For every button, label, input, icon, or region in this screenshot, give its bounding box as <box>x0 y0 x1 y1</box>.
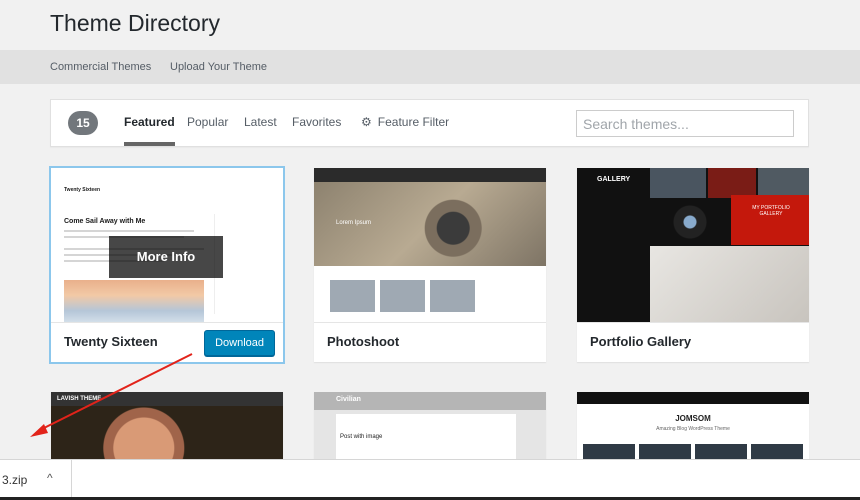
shot-logo: LAVISH THEME <box>57 396 102 402</box>
shot-site-title: Twenty Sixteen <box>64 187 101 193</box>
shot-title: JOMSOM <box>675 414 711 423</box>
theme-card-civilian[interactable]: Civilian Post with image <box>314 392 546 462</box>
shot-hero-text: Come Sail Away with Me <box>64 218 146 225</box>
upload-theme-link[interactable]: Upload Your Theme <box>170 61 267 73</box>
theme-card-twenty-sixteen[interactable]: Twenty Sixteen Come Sail Away with Me Mo… <box>49 166 285 364</box>
theme-card-jomsom[interactable]: JOMSOM Amazing Blog WordPress Theme <box>577 392 809 462</box>
theme-screenshot[interactable]: Lorem Ipsum <box>314 168 546 322</box>
shot-panel-text: MY PORTFOLIO GALLERY <box>752 205 790 217</box>
theme-screenshot[interactable]: LAVISH THEME <box>51 392 283 462</box>
theme-filter-bar: 15 Featured Popular Latest Favorites ⚙ Fe… <box>50 99 809 147</box>
theme-screenshot[interactable]: MY PORTFOLIO GALLERY GALLERY <box>577 168 809 322</box>
theme-screenshot[interactable]: Twenty Sixteen Come Sail Away with Me Mo… <box>51 168 283 322</box>
download-bar: 3.zip ^ <box>0 459 860 500</box>
shot-hero-text: Lorem Ipsum <box>336 220 372 226</box>
tab-popular[interactable]: Popular <box>187 115 228 129</box>
theme-card-lavish[interactable]: LAVISH THEME <box>51 392 283 462</box>
theme-card-portfolio-gallery[interactable]: MY PORTFOLIO GALLERY GALLERY Portfolio G… <box>577 168 809 362</box>
shot-logo: GALLERY <box>597 176 631 183</box>
tab-latest[interactable]: Latest <box>244 115 277 129</box>
theme-screenshot[interactable]: JOMSOM Amazing Blog WordPress Theme <box>577 392 809 462</box>
theme-screenshot[interactable]: Civilian Post with image <box>314 392 546 462</box>
theme-subnav: Commercial Themes Upload Your Theme <box>0 50 860 84</box>
download-file-name: 3.zip <box>2 473 28 487</box>
feature-filter-label: Feature Filter <box>377 115 450 129</box>
page-title: Theme Directory <box>50 10 220 36</box>
download-button[interactable]: Download <box>204 330 275 356</box>
shot-subtitle: Amazing Blog WordPress Theme <box>656 426 730 432</box>
commercial-themes-link[interactable]: Commercial Themes <box>50 61 151 73</box>
theme-count-badge: 15 <box>68 111 98 135</box>
download-item[interactable]: 3.zip ^ <box>0 460 72 500</box>
theme-name: Twenty Sixteen <box>64 334 158 349</box>
gear-icon: ⚙ <box>361 115 372 129</box>
feature-filter-button[interactable]: ⚙ Feature Filter <box>361 115 449 129</box>
chevron-up-icon[interactable]: ^ <box>47 471 53 485</box>
tab-featured[interactable]: Featured <box>124 115 175 146</box>
shot-post-title: Post with image <box>340 434 383 440</box>
theme-card-photoshoot[interactable]: Lorem Ipsum Photoshoot <box>314 168 546 362</box>
more-info-overlay[interactable]: More Info <box>109 236 223 278</box>
theme-name: Portfolio Gallery <box>590 334 692 349</box>
theme-name: Photoshoot <box>327 334 400 349</box>
tab-favorites[interactable]: Favorites <box>292 115 341 129</box>
shot-logo: Civilian <box>336 396 361 403</box>
search-themes-input[interactable] <box>576 110 794 137</box>
